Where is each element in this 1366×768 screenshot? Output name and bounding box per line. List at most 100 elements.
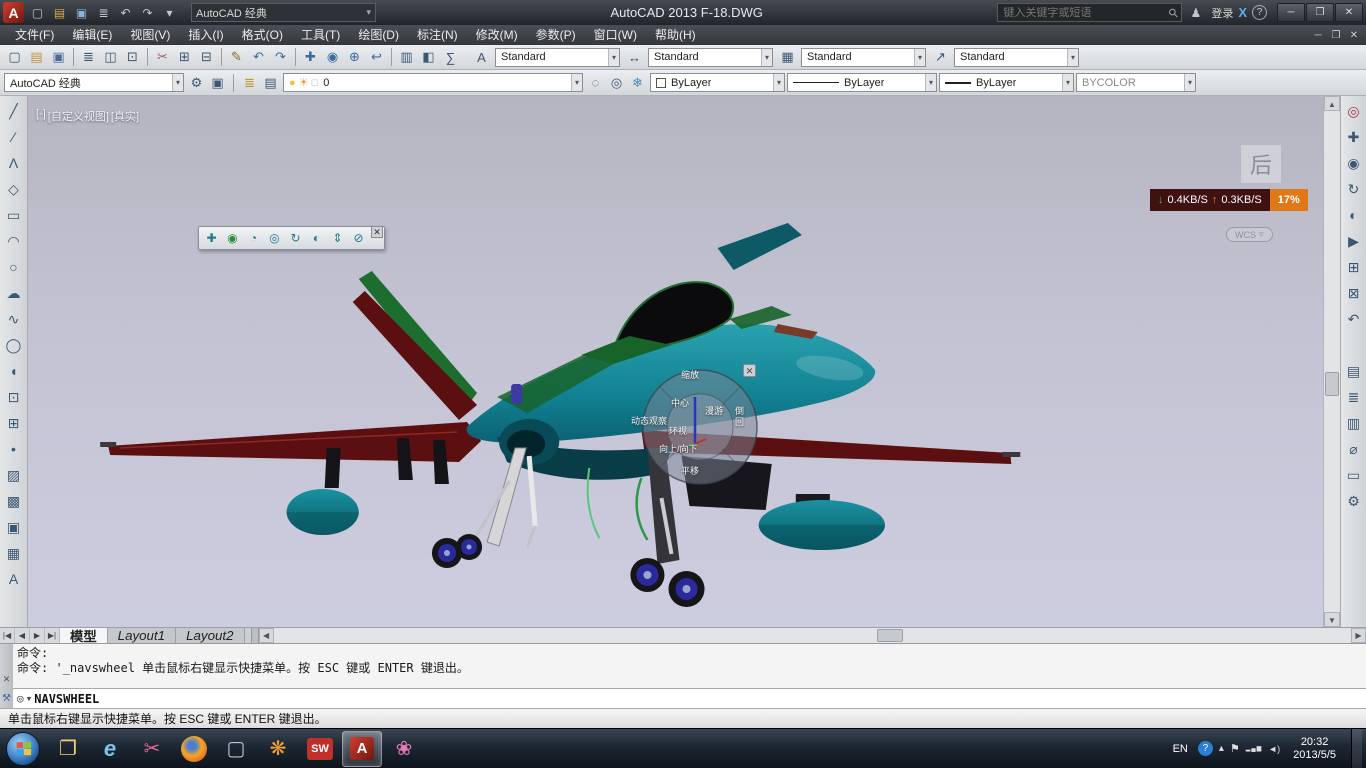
- zoom-3d-icon[interactable]: ◉: [222, 228, 243, 248]
- steering-wheel[interactable]: 缩放 中心 漫游 动态观察 环视 向上/向下 平移 倒回 ✕: [625, 352, 775, 502]
- next-tab-icon[interactable]: ▶: [30, 628, 45, 643]
- plot-icon[interactable]: ≣: [78, 47, 99, 68]
- point-icon[interactable]: •: [2, 436, 26, 462]
- chevron-down-icon[interactable]: ▾: [366, 7, 371, 18]
- redo-icon[interactable]: ↷: [137, 2, 158, 23]
- free-orbit-icon[interactable]: ◎: [264, 228, 285, 248]
- layer-states-icon[interactable]: ▤: [260, 72, 281, 93]
- wheel-pan-wedge[interactable]: 平移: [681, 464, 699, 477]
- login-button[interactable]: 登录: [1211, 5, 1233, 21]
- ellipse-icon[interactable]: ◯: [2, 332, 26, 358]
- layer-freeze-icon[interactable]: ❄: [627, 72, 648, 93]
- chevron-down-icon[interactable]: ▾: [1062, 74, 1073, 91]
- undo-icon[interactable]: ↶: [248, 47, 269, 68]
- revision-cloud-icon[interactable]: ☁: [2, 280, 26, 306]
- zoom-window-icon[interactable]: ⊕: [344, 47, 365, 68]
- search-icon[interactable]: ⚲: [1162, 2, 1184, 24]
- menu-view[interactable]: 视图(V): [121, 25, 179, 45]
- chevron-down-icon[interactable]: ▾: [571, 74, 582, 91]
- customize-icon[interactable]: ⚒: [2, 693, 11, 704]
- wheel-orbit-wedge[interactable]: 动态观察: [631, 414, 667, 427]
- close-icon[interactable]: ✕: [3, 674, 11, 685]
- close-icon[interactable]: ✕: [743, 364, 756, 377]
- hatch-icon[interactable]: ▨: [2, 462, 26, 488]
- render-settings-icon[interactable]: ⚙: [1342, 488, 1366, 514]
- navigation-wheel-icon[interactable]: ◎: [1342, 98, 1366, 124]
- zoom-extents-icon[interactable]: ⊠: [1342, 280, 1366, 306]
- swivel-icon[interactable]: ◐: [306, 228, 327, 248]
- zoom-realtime-icon[interactable]: ◉: [322, 47, 343, 68]
- volume-icon[interactable]: ◄): [1268, 744, 1280, 754]
- ellipse-arc-icon[interactable]: ◖: [2, 358, 26, 384]
- show-desktop-button[interactable]: [1351, 729, 1362, 768]
- command-input[interactable]: [34, 692, 1362, 706]
- chevron-down-icon[interactable]: ▾: [925, 74, 936, 91]
- search-input[interactable]: [998, 7, 1164, 19]
- save-icon[interactable]: ▣: [71, 2, 92, 23]
- line-icon[interactable]: ╱: [2, 98, 26, 124]
- taskbar-clock[interactable]: 20:32 2013/5/5: [1287, 736, 1342, 762]
- zoom-previous-icon[interactable]: ↩: [366, 47, 387, 68]
- menu-format[interactable]: 格式(O): [233, 25, 292, 45]
- language-indicator[interactable]: EN: [1170, 741, 1191, 757]
- user-icon[interactable]: ♟: [1185, 2, 1206, 23]
- tab-layout2[interactable]: Layout2: [176, 628, 244, 643]
- wcs-indicator[interactable]: WCS ▿: [1226, 227, 1273, 242]
- area-icon[interactable]: ▭: [1342, 462, 1366, 488]
- chevron-down-icon[interactable]: ▾: [172, 74, 183, 91]
- new-file-icon[interactable]: ▢: [4, 47, 25, 68]
- rectangle-icon[interactable]: ▭: [2, 202, 26, 228]
- layers-panel-icon[interactable]: ≣: [1342, 384, 1366, 410]
- wheel-zoom-wedge[interactable]: 缩放: [681, 368, 699, 381]
- table-style-icon[interactable]: ▦: [777, 47, 798, 68]
- open-file-icon[interactable]: ▤: [49, 2, 70, 23]
- doc-restore-button[interactable]: ❐: [1328, 30, 1344, 41]
- zoom-icon[interactable]: ◉: [1342, 150, 1366, 176]
- scrollbar-thumb[interactable]: [1325, 372, 1339, 396]
- pan-3d-icon[interactable]: ✚: [201, 228, 222, 248]
- download-monitor-widget[interactable]: ↓ 0.4KB/S ↑ 0.3KB/S 17%: [1150, 189, 1308, 211]
- lineweight-combo[interactable]: ByLayer ▾: [939, 73, 1074, 92]
- layer-properties-icon[interactable]: ≣: [239, 72, 260, 93]
- circle-icon[interactable]: ○: [2, 254, 26, 280]
- horizontal-scrollbar[interactable]: [274, 628, 1351, 643]
- workspaces-combo[interactable]: AutoCAD 经典 ▾: [4, 73, 184, 92]
- tab-model[interactable]: 模型: [60, 628, 108, 643]
- scroll-up-icon[interactable]: ▲: [1324, 96, 1340, 111]
- continuous-orbit-icon[interactable]: ↻: [285, 228, 306, 248]
- command-history[interactable]: 命令: 命令: '_navswheel 单击鼠标右键显示快捷菜单。按 ESC 键…: [13, 644, 1366, 688]
- tab-layout1[interactable]: Layout1: [108, 628, 176, 643]
- wheel-updown-wedge[interactable]: 向上/向下: [659, 442, 698, 455]
- clipboard-panel-icon[interactable]: ▤: [1342, 358, 1366, 384]
- taskbar-snip-icon[interactable]: ✂: [132, 731, 172, 767]
- clip-planes-icon[interactable]: ⊘: [348, 228, 369, 248]
- taskbar-paint-app-icon[interactable]: ❀: [384, 731, 424, 767]
- redo-icon[interactable]: ↷: [270, 47, 291, 68]
- help-icon[interactable]: ?: [1252, 5, 1267, 20]
- mtext-icon[interactable]: A: [2, 566, 26, 592]
- wheel-center-wedge[interactable]: 中心: [671, 396, 689, 409]
- menu-dimension[interactable]: 标注(N): [408, 25, 467, 45]
- construction-line-icon[interactable]: ∕: [2, 124, 26, 150]
- chevron-down-icon[interactable]: ▾: [761, 49, 772, 66]
- previous-view-icon[interactable]: ↶: [1342, 306, 1366, 332]
- adjust-distance-icon[interactable]: ⇕: [327, 228, 348, 248]
- menu-help[interactable]: 帮助(H): [646, 25, 705, 45]
- vertical-scrollbar[interactable]: ▲ ▼: [1323, 96, 1340, 627]
- viewport-view-control[interactable]: [自定义视图]: [48, 108, 109, 124]
- polygon-icon[interactable]: ◇: [2, 176, 26, 202]
- insert-block-icon[interactable]: ⊡: [2, 384, 26, 410]
- dim-style-icon[interactable]: ↔: [624, 47, 645, 68]
- menu-parametric[interactable]: 参数(P): [527, 25, 585, 45]
- make-layer-current-icon[interactable]: ◌: [585, 72, 606, 93]
- chevron-down-icon[interactable]: ▾: [608, 49, 619, 66]
- first-tab-icon[interactable]: |◀: [0, 628, 15, 643]
- hidden-icons-arrow-icon[interactable]: ▴: [1219, 743, 1224, 754]
- last-tab-icon[interactable]: ▶|: [45, 628, 60, 643]
- close-button[interactable]: ✕: [1335, 3, 1363, 22]
- pan-icon[interactable]: ✚: [1342, 124, 1366, 150]
- qat-menu-icon[interactable]: ▾: [159, 2, 180, 23]
- paste-icon[interactable]: ⊟: [196, 47, 217, 68]
- chevron-down-icon[interactable]: ▾: [1067, 49, 1078, 66]
- doc-close-button[interactable]: ✕: [1346, 30, 1362, 41]
